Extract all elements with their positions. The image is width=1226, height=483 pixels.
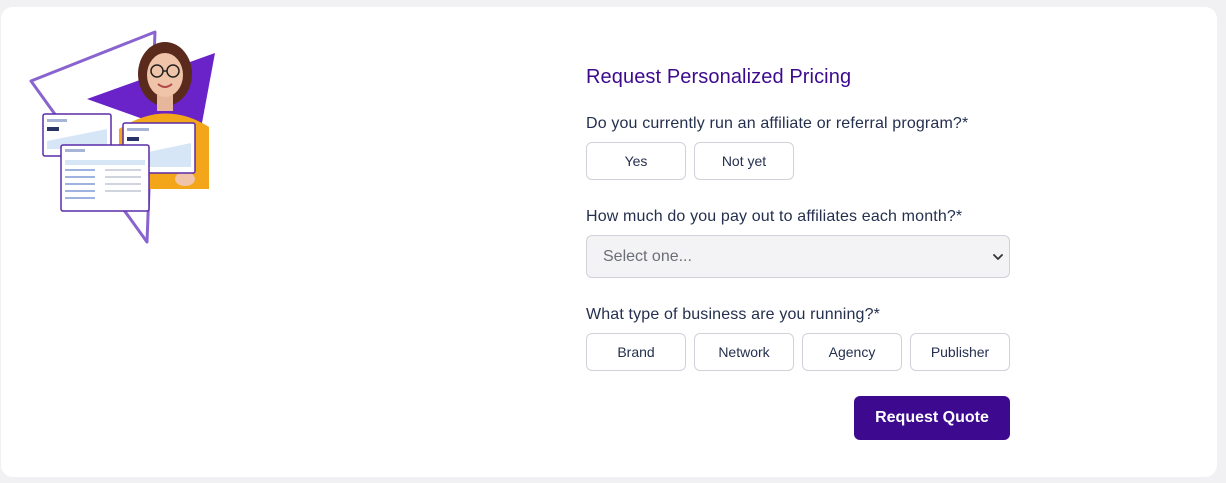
monthly-payout-select[interactable]: Select one... — [586, 235, 1010, 278]
agency-button[interactable]: Agency — [802, 333, 902, 371]
chevron-down-icon — [993, 254, 1003, 260]
dashboard-card-icon — [42, 113, 196, 212]
business-type-question: What type of business are you running?* — [586, 306, 881, 323]
pricing-form: Request Personalized Pricing Do you curr… — [586, 63, 1010, 440]
submit-row: Request Quote — [586, 396, 1010, 440]
request-quote-button[interactable]: Request Quote — [854, 396, 1010, 440]
network-button[interactable]: Network — [694, 333, 794, 371]
publisher-button[interactable]: Publisher — [910, 333, 1010, 371]
monthly-payout-question: How much do you pay out to affiliates ea… — [586, 208, 963, 225]
yes-button[interactable]: Yes — [586, 142, 686, 180]
not-yet-button[interactable]: Not yet — [694, 142, 794, 180]
pricing-card: Request Personalized Pricing Do you curr… — [1, 7, 1217, 477]
brand-button[interactable]: Brand — [586, 333, 686, 371]
hero-image — [29, 30, 215, 244]
hero-illustration — [27, 29, 222, 249]
form-title: Request Personalized Pricing — [586, 66, 852, 88]
affiliate-program-question: Do you currently run an affiliate or ref… — [586, 115, 969, 132]
affiliate-program-options: Yes Not yet — [586, 142, 1010, 180]
business-type-options: Brand Network Agency Publisher — [586, 333, 1010, 371]
select-value: Select one... — [603, 247, 692, 265]
